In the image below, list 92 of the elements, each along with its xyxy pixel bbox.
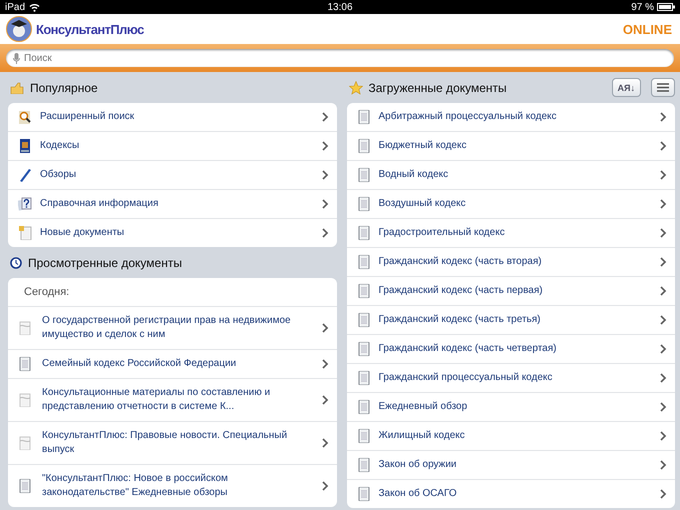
faded-document-icon [18, 321, 32, 335]
document-icon [356, 458, 370, 472]
chevron-icon [659, 344, 667, 354]
document-icon [356, 255, 370, 269]
battery-icon [657, 3, 675, 11]
document-icon [18, 357, 32, 371]
list-item[interactable]: Ежедневный обзор [346, 393, 675, 422]
document-icon [356, 226, 370, 240]
chevron-icon [320, 481, 328, 491]
menu-icon [657, 83, 669, 92]
document-icon [18, 226, 32, 240]
chevron-icon [320, 359, 328, 369]
document-icon [356, 168, 370, 182]
chevron-icon [659, 112, 667, 122]
document-icon [356, 197, 370, 211]
list-item[interactable]: "КонсультантПлюс: Новое в российском законодательстве" Ежедневные обзоры [8, 465, 336, 507]
list-item[interactable]: О государственной регистрации прав на недвижимое имущество и сделок с ним [8, 307, 336, 350]
list-item[interactable]: КонсультантПлюс: Правовые новости. Специальный выпуск [8, 422, 336, 465]
pen-icon [18, 168, 32, 182]
group-label: Сегодня: [24, 286, 70, 298]
document-icon [356, 429, 370, 443]
chevron-icon [659, 257, 667, 267]
menu-item[interactable]: Справочная информация [8, 190, 336, 219]
list-item[interactable]: Закон об оружии [346, 451, 675, 480]
battery-percent: 97 % [631, 2, 654, 12]
magnifier-icon [18, 110, 32, 124]
menu-item[interactable]: Новые документы [8, 219, 336, 247]
thumbs-up-icon [10, 82, 24, 94]
chevron-icon [320, 395, 328, 405]
chevron-icon [659, 431, 667, 441]
faded-document-icon [18, 393, 32, 407]
chevron-icon [320, 199, 328, 209]
chevron-icon [659, 489, 667, 499]
list-item[interactable]: Градостроительный кодекс [346, 219, 675, 248]
list-item[interactable]: Гражданский кодекс (часть первая) [346, 277, 675, 306]
section-title: Популярное [30, 80, 98, 94]
list-item[interactable]: Закон об ОСАГО [346, 480, 675, 508]
chevron-icon [659, 315, 667, 325]
list-item[interactable]: Гражданский кодекс (часть третья) [346, 306, 675, 335]
menu-button[interactable] [651, 78, 675, 97]
chevron-icon [320, 141, 328, 151]
online-label: ONLINE [622, 22, 672, 36]
document-icon [356, 284, 370, 298]
chevron-icon [659, 228, 667, 238]
wifi-icon [29, 2, 40, 12]
search-field[interactable]: Поиск [6, 49, 674, 67]
chevron-icon [659, 199, 667, 209]
menu-item[interactable]: Расширенный поиск [8, 103, 336, 132]
chevron-icon [659, 402, 667, 412]
chevron-icon [320, 228, 328, 238]
chevron-icon [659, 460, 667, 470]
chevron-icon [659, 286, 667, 296]
list-item[interactable]: Гражданский кодекс (часть вторая) [346, 248, 675, 277]
document-icon [356, 487, 370, 501]
star-icon [348, 80, 362, 94]
document-icon [356, 139, 370, 153]
menu-item[interactable]: Кодексы [8, 132, 336, 161]
document-icon [18, 479, 32, 493]
document-icon [356, 342, 370, 356]
faded-document-icon [18, 436, 32, 450]
chevron-icon [320, 323, 328, 333]
sort-button[interactable]: АЯ↓ [612, 78, 641, 97]
menu-item[interactable]: Обзоры [8, 161, 336, 190]
clock-icon [10, 256, 22, 268]
list-item[interactable]: Семейный кодекс Российской Федерации [8, 350, 336, 379]
chevron-icon [320, 112, 328, 122]
chevron-icon [320, 170, 328, 180]
chevron-icon [320, 438, 328, 448]
list-item[interactable]: Бюджетный кодекс [346, 132, 675, 161]
list-item[interactable]: Воздушный кодекс [346, 190, 675, 219]
book-icon [18, 139, 32, 153]
list-item[interactable]: Гражданский процессуальный кодекс [346, 364, 675, 393]
section-title: Загруженные документы [368, 80, 507, 94]
microphone-icon [13, 53, 20, 64]
section-title: Просмотренные документы [28, 256, 182, 270]
device-name: iPad [5, 2, 26, 12]
list-item[interactable]: Гражданский кодекс (часть четвертая) [346, 335, 675, 364]
list-item[interactable]: Водный кодекс [346, 161, 675, 190]
question-card-icon [18, 197, 32, 211]
app-name: КонсультантПлюс [36, 22, 144, 36]
document-icon [356, 313, 370, 327]
chevron-icon [659, 170, 667, 180]
chevron-icon [659, 373, 667, 383]
clock-time: 13:06 [327, 2, 353, 12]
list-item[interactable]: Арбитражный процессуальный кодекс [346, 103, 675, 132]
document-icon [356, 110, 370, 124]
chevron-icon [659, 141, 667, 151]
document-icon [356, 371, 370, 385]
list-item[interactable]: Жилищный кодекс [346, 422, 675, 451]
document-icon [356, 400, 370, 414]
mascot-logo [6, 16, 32, 42]
list-item[interactable]: Консультационные материалы по составлению и представлению отчетности в системе К... [8, 379, 336, 422]
